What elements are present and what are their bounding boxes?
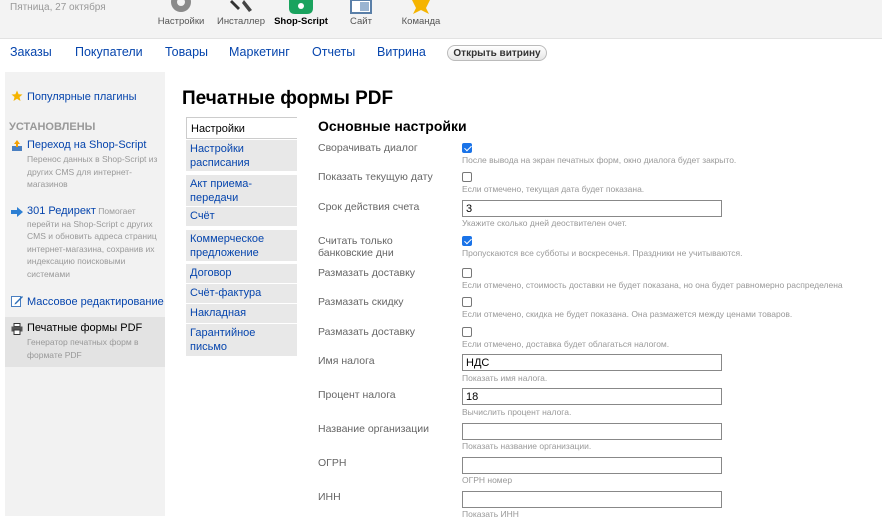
field-hint: Если отмечено, скидка не будет показана.… [462,309,793,319]
sidebar-item-label: Массовое редактирование [27,296,164,308]
organization-name-input[interactable] [462,423,722,440]
sidebar-item-label: Переход на Shop-Script [27,139,147,151]
main-nav: Заказы Покупатели Товары Маркетинг Отчет… [0,39,882,67]
nav-customers[interactable]: Покупатели [75,45,143,59]
field-hint: ОГРН номер [462,475,513,485]
tax-percent-input[interactable] [462,388,722,405]
import-icon [12,140,22,151]
spread-delivery-checkbox[interactable] [462,268,472,278]
field-label: Показать текущую дату [318,171,433,183]
sidebar-item-redirect[interactable]: 301 Редирект Помогает перейти на Shop-Sc… [5,202,165,282]
field-hint: Показать название организации. [462,441,592,451]
site-icon [350,0,372,14]
field-hint: Вычислить процент налога. [462,407,572,417]
installed-heading: УСТАНОВЛЕНЫ [9,121,96,133]
field-label: ИНН [318,491,341,503]
sidebar-item-pdf-forms[interactable]: Печатные формы PDF Генератор печатных фо… [5,317,165,367]
field-label: Размазать доставку [318,267,416,279]
collapse-dialog-checkbox[interactable] [462,143,472,153]
nav-products[interactable]: Товары [165,45,208,59]
field-hint: Пропускаются все субботы и воскресенья. … [462,248,743,258]
delivery-taxed-checkbox[interactable] [462,327,472,337]
spread-discount-checkbox[interactable] [462,297,472,307]
invoice-validity-input[interactable] [462,200,722,217]
tab-vat-invoice[interactable]: Счёт-фактура [186,283,297,303]
field-label: ОГРН [318,457,347,469]
sidebar-item-label: Печатные формы PDF [27,322,143,334]
sidebar-item-migrate[interactable]: Переход на Shop-Script Перенос данных в … [5,136,165,192]
nav-marketing[interactable]: Маркетинг [229,45,290,59]
show-current-date-checkbox[interactable] [462,172,472,182]
tab-invoice[interactable]: Счёт [186,206,297,226]
sidebar-item-popular-plugins[interactable]: Популярные плагины [5,88,165,108]
edit-icon [11,296,23,307]
star-icon [412,0,430,14]
tax-name-input[interactable] [462,354,722,371]
app-bar: Пятница, 27 октября Настройки Инсталлер … [0,0,882,39]
field-hint: Если отмечено, доставка будет облагаться… [462,339,670,349]
app-team[interactable]: Команда [391,0,451,27]
nav-reports[interactable]: Отчеты [312,45,355,59]
field-hint: Укажите сколько дней деоствителен очет. [462,218,627,228]
field-label: Имя налога [318,355,375,367]
field-label: Срок действия счета [318,201,420,213]
app-label: Сайт [350,16,372,27]
app-label: Настройки [157,16,205,27]
shop-script-icon [289,0,313,14]
tab-waybill[interactable]: Накладная [186,303,297,323]
app-label: Команда [401,16,441,27]
field-hint: Показать имя налога. [462,373,548,383]
sidebar-item-text: 301 Редирект Помогает перейти на Shop-Sc… [27,205,161,280]
sidebar-item-desc: Перенос данных в Shop-Script из других C… [27,154,158,189]
gear-icon [171,0,191,12]
app-label: Shop-Script [274,16,328,27]
inn-input[interactable] [462,491,722,508]
sidebar-item-label: 301 Редирект [27,205,96,217]
tab-acceptance-act[interactable]: Акт приема-передачи [186,174,297,206]
sidebar-item-label: Популярные плагины [27,91,137,103]
field-label: Размазать скидку [318,296,404,308]
field-label: Размазать доставку [318,326,416,338]
sidebar-item-mass-edit[interactable]: Массовое редактирование [5,291,165,313]
installer-icon [230,0,252,12]
open-store-button[interactable]: Открыть витрину [447,45,547,61]
field-label: Считать только банковские дни [318,235,394,259]
current-date: Пятница, 27 октября [10,2,106,13]
nav-storefront[interactable]: Витрина [377,45,426,59]
star-icon [11,90,23,101]
plugins-sidebar: Популярные плагины УСТАНОВЛЕНЫ Переход н… [5,72,165,516]
app-settings[interactable]: Настройки [151,0,211,27]
field-label: Сворачивать диалог [318,142,418,154]
app-site[interactable]: Сайт [331,0,391,27]
field-hint: Показать ИНН [462,509,519,519]
app-installer[interactable]: Инсталлер [211,0,271,27]
field-hint: Если отмечено, текущая дата будет показа… [462,184,645,194]
tab-settings[interactable]: Настройки [186,117,297,139]
nav-orders[interactable]: Заказы [10,45,52,59]
sidebar-item-desc: Генератор печатных форм в формате PDF [27,337,139,360]
ogrn-input[interactable] [462,457,722,474]
tab-schedule-settings[interactable]: Настройки расписания [186,139,297,171]
field-hint: После вывода на экран печатных форм, окн… [462,155,737,165]
page-title: Печатные формы PDF [182,88,394,109]
tab-commercial-offer[interactable]: Коммерческое предложение [186,229,297,261]
bank-days-only-checkbox[interactable] [462,236,472,246]
redirect-arrow-icon [11,207,23,217]
field-label: Название организации [318,423,430,435]
app-shop-script[interactable]: Shop-Script [271,0,331,27]
field-hint: Если отмечено, стоимость доставки не буд… [462,280,843,290]
app-label: Инсталлер [216,16,265,27]
field-label: Процент налога [318,389,396,401]
tab-contract[interactable]: Договор [186,263,297,283]
section-title: Основные настройки [318,118,467,134]
tab-guarantee-letter[interactable]: Гарантийное письмо [186,323,297,356]
printer-icon [11,323,23,335]
